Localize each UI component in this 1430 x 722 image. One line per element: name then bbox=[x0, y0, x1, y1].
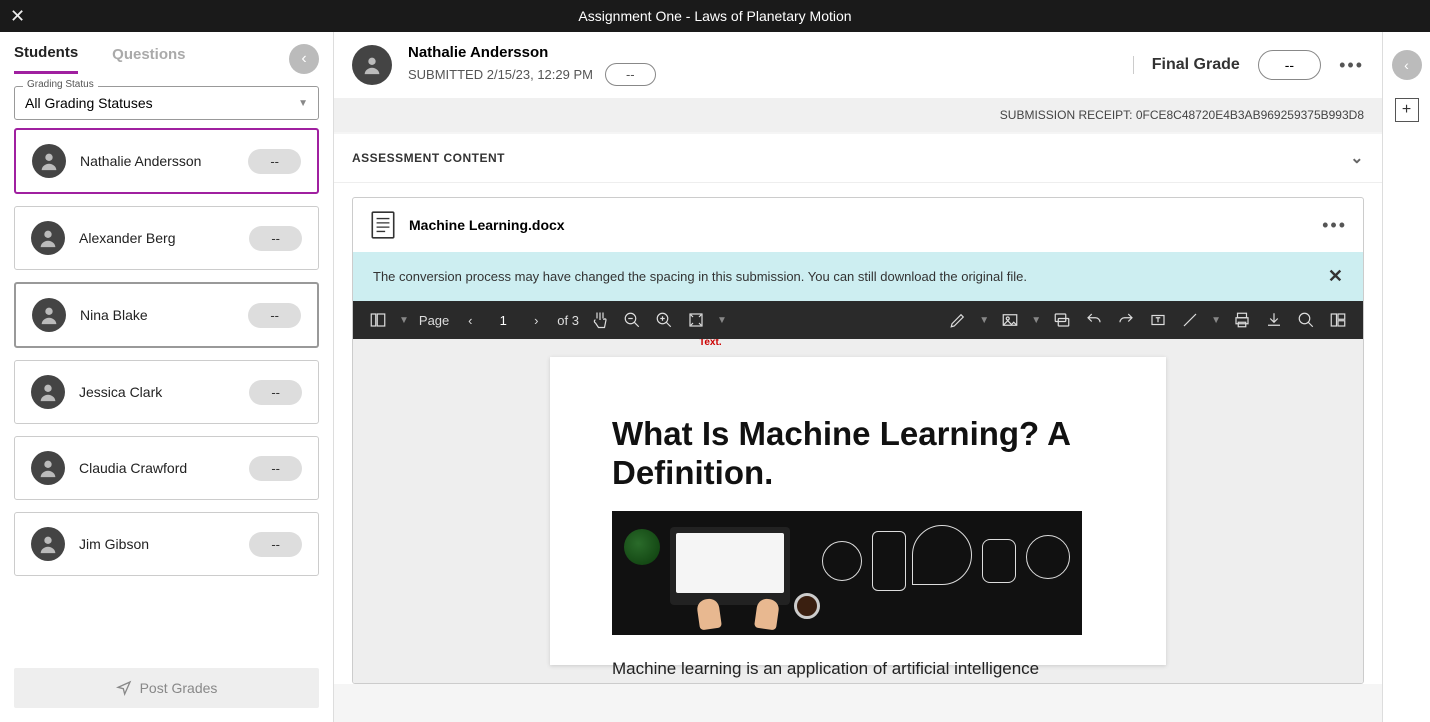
close-icon[interactable]: ✕ bbox=[10, 6, 25, 27]
caret-down-icon[interactable]: ▼ bbox=[1211, 315, 1221, 326]
print-icon[interactable] bbox=[1231, 309, 1253, 331]
avatar bbox=[32, 298, 66, 332]
zoom-out-icon[interactable] bbox=[621, 309, 643, 331]
document-page: What Is Machine Learning? A Definition. bbox=[550, 357, 1166, 665]
next-page-icon[interactable]: › bbox=[525, 309, 547, 331]
fit-page-icon[interactable] bbox=[685, 309, 707, 331]
document-more-icon[interactable]: ••• bbox=[1322, 215, 1347, 236]
textbox-icon[interactable] bbox=[1147, 309, 1169, 331]
document-title: Machine Learning.docx bbox=[409, 217, 1310, 233]
caret-down-icon[interactable]: ▼ bbox=[717, 315, 727, 326]
page-label: Page bbox=[419, 313, 449, 328]
grading-status-filter[interactable]: Grading Status All Grading Statuses ▼ bbox=[14, 86, 319, 120]
submission-header: Nathalie Andersson SUBMITTED 2/15/23, 12… bbox=[334, 32, 1382, 98]
prev-page-icon[interactable]: ‹ bbox=[459, 309, 481, 331]
assessment-heading: ASSESSMENT CONTENT bbox=[352, 151, 505, 165]
avatar bbox=[31, 451, 65, 485]
student-name: Claudia Crawford bbox=[79, 460, 235, 476]
filter-legend: Grading Status bbox=[23, 79, 98, 90]
current-student-name: Nathalie Andersson bbox=[408, 44, 656, 61]
caret-down-icon[interactable]: ▼ bbox=[1031, 315, 1041, 326]
final-grade-input[interactable]: -- bbox=[1258, 50, 1321, 80]
caret-down-icon[interactable]: ▼ bbox=[399, 315, 409, 326]
page-number[interactable]: 1 bbox=[491, 313, 515, 328]
thumbnails-icon[interactable] bbox=[1327, 309, 1349, 331]
document-icon bbox=[369, 210, 397, 240]
page-title: Assignment One - Laws of Planetary Motio… bbox=[0, 8, 1430, 24]
document-heading: What Is Machine Learning? A Definition. bbox=[612, 415, 1104, 493]
download-icon[interactable] bbox=[1263, 309, 1285, 331]
post-grades-button[interactable]: Post Grades bbox=[14, 668, 319, 708]
student-name: Alexander Berg bbox=[79, 230, 235, 246]
add-feedback-button[interactable] bbox=[1395, 98, 1419, 122]
grade-pill[interactable]: -- bbox=[249, 380, 302, 405]
avatar bbox=[31, 375, 65, 409]
document-viewport[interactable]: Text. What Is Machine Learning? A Defini… bbox=[353, 339, 1363, 683]
chevron-down-icon[interactable]: ⌄ bbox=[1350, 148, 1364, 168]
avatar bbox=[32, 144, 66, 178]
filter-value: All Grading Statuses bbox=[25, 95, 153, 111]
search-icon[interactable] bbox=[1295, 309, 1317, 331]
student-name: Jessica Clark bbox=[79, 384, 235, 400]
student-card[interactable]: Nina Blake -- bbox=[14, 282, 319, 348]
submitted-timestamp: SUBMITTED 2/15/23, 12:29 PM bbox=[408, 67, 593, 82]
attempt-pill[interactable]: -- bbox=[605, 63, 656, 86]
comment-icon[interactable] bbox=[1051, 309, 1073, 331]
final-grade-label: Final Grade bbox=[1133, 56, 1240, 74]
paper-plane-icon bbox=[116, 680, 132, 696]
pan-icon[interactable] bbox=[589, 309, 611, 331]
submission-receipt: SUBMISSION RECEIPT: 0FCE8C48720E4B3AB969… bbox=[334, 98, 1382, 132]
chevron-left-icon: ‹ bbox=[301, 50, 306, 68]
undo-icon[interactable] bbox=[1083, 309, 1105, 331]
line-icon[interactable] bbox=[1179, 309, 1201, 331]
grade-pill[interactable]: -- bbox=[249, 226, 302, 251]
tab-students[interactable]: Students bbox=[14, 44, 78, 74]
sidebar: Students Questions ‹ Grading Status All … bbox=[0, 32, 334, 722]
document-paragraph: Machine learning is an application of ar… bbox=[612, 657, 1104, 681]
document-image bbox=[612, 511, 1082, 635]
student-list: Nathalie Andersson -- Alexander Berg -- … bbox=[0, 128, 333, 658]
redo-icon[interactable] bbox=[1115, 309, 1137, 331]
student-name: Jim Gibson bbox=[79, 536, 235, 552]
conversion-banner: The conversion process may have changed … bbox=[353, 252, 1363, 301]
avatar bbox=[31, 221, 65, 255]
draw-icon[interactable] bbox=[947, 309, 969, 331]
student-name: Nathalie Andersson bbox=[80, 153, 234, 169]
student-card[interactable]: Claudia Crawford -- bbox=[14, 436, 319, 500]
student-name: Nina Blake bbox=[80, 307, 234, 323]
banner-text: The conversion process may have changed … bbox=[373, 269, 1027, 284]
zoom-in-icon[interactable] bbox=[653, 309, 675, 331]
student-card[interactable]: Jessica Clark -- bbox=[14, 360, 319, 424]
post-grades-label: Post Grades bbox=[140, 680, 218, 696]
avatar bbox=[352, 45, 392, 85]
grade-pill[interactable]: -- bbox=[249, 532, 302, 557]
close-icon[interactable]: ✕ bbox=[1328, 266, 1343, 287]
viewer-toolbar: ▼ Page ‹ 1 › of 3 ▼ bbox=[353, 301, 1363, 339]
image-icon[interactable] bbox=[999, 309, 1021, 331]
grade-pill[interactable]: -- bbox=[248, 303, 301, 328]
student-card[interactable]: Alexander Berg -- bbox=[14, 206, 319, 270]
grade-pill[interactable]: -- bbox=[249, 456, 302, 481]
avatar bbox=[31, 527, 65, 561]
tab-questions[interactable]: Questions bbox=[112, 46, 185, 73]
grade-pill[interactable]: -- bbox=[248, 149, 301, 174]
caret-down-icon[interactable]: ▼ bbox=[979, 315, 989, 326]
student-card[interactable]: Jim Gibson -- bbox=[14, 512, 319, 576]
right-rail: ‹ bbox=[1382, 32, 1430, 722]
main-panel: Nathalie Andersson SUBMITTED 2/15/23, 12… bbox=[334, 32, 1382, 722]
text-annotation-tag: Text. bbox=[699, 339, 722, 348]
caret-down-icon: ▼ bbox=[298, 98, 308, 109]
more-options-icon[interactable]: ••• bbox=[1339, 55, 1364, 76]
document-frame: Machine Learning.docx ••• The conversion… bbox=[352, 197, 1364, 684]
expand-rail-button[interactable]: ‹ bbox=[1392, 50, 1422, 80]
page-total: of 3 bbox=[557, 313, 579, 328]
student-card[interactable]: Nathalie Andersson -- bbox=[14, 128, 319, 194]
collapse-sidebar-button[interactable]: ‹ bbox=[289, 44, 319, 74]
chevron-left-icon: ‹ bbox=[1404, 57, 1409, 73]
sidebar-toggle-icon[interactable] bbox=[367, 309, 389, 331]
